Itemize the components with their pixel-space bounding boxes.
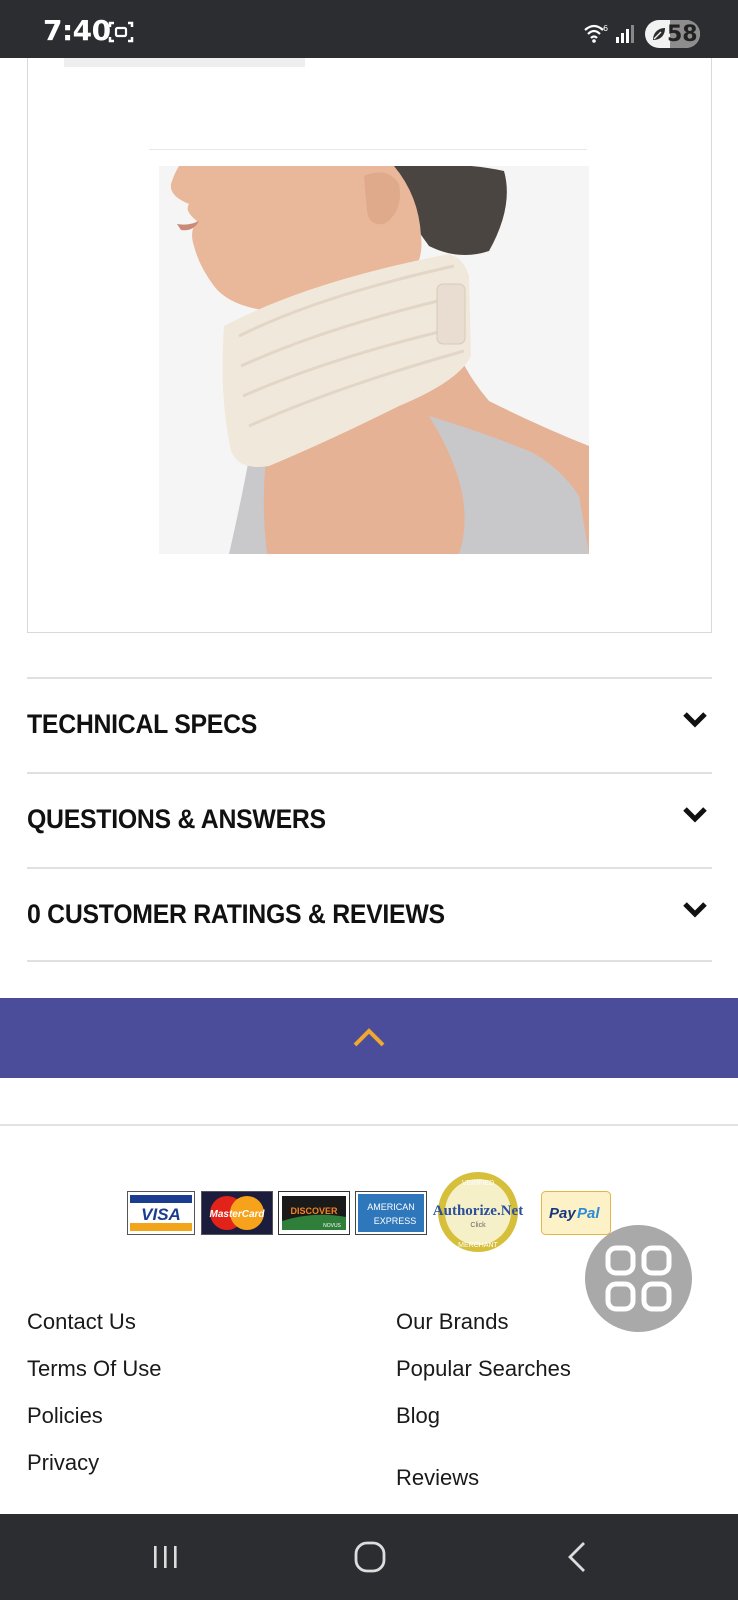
screenshot-icon: [108, 21, 134, 43]
product-image[interactable]: [159, 166, 589, 554]
grid-icon: [605, 1245, 672, 1312]
accordion-questions-answers[interactable]: QUESTIONS & ANSWERS: [27, 772, 712, 867]
discover-logo: DISCOVER NOVUS: [278, 1191, 350, 1235]
mastercard-logo: MasterCard: [201, 1191, 273, 1235]
back-icon[interactable]: [558, 1538, 598, 1576]
accordion-label: TECHNICAL SPECS: [27, 709, 258, 739]
back-to-top-button[interactable]: [0, 998, 738, 1078]
chevron-up-icon: [353, 1028, 385, 1047]
authorize-text: Authorize.Net: [433, 1203, 523, 1219]
accordion-label: QUESTIONS & ANSWERS: [27, 804, 326, 834]
status-bar: 7:40 6 58: [0, 0, 738, 58]
authorize-click-text: Click: [470, 1222, 486, 1229]
discover-text: DISCOVER: [290, 1206, 338, 1216]
amex-logo: AMERICAN EXPRESS: [355, 1191, 427, 1235]
divider: [149, 149, 587, 150]
accordion-label: 0 CUSTOMER RATINGS & REVIEWS: [27, 899, 445, 929]
footer-link-blog[interactable]: Blog: [396, 1403, 440, 1429]
seal-bottom-text: MERCHANT: [458, 1242, 498, 1249]
navigation-bar: [0, 1514, 738, 1600]
footer-link-reviews[interactable]: Reviews: [396, 1465, 479, 1491]
chevron-down-icon: [683, 712, 707, 728]
wifi-6-icon: 6: [584, 24, 608, 43]
battery-indicator: 58: [645, 20, 700, 48]
authorize-net-seal[interactable]: VERIFIED MERCHANT Authorize.Net Click: [430, 1170, 526, 1254]
visa-logo: VISA: [127, 1191, 195, 1235]
signal-icon: [616, 25, 634, 43]
floating-menu-button[interactable]: [585, 1225, 692, 1332]
discover-sub-text: NOVUS: [323, 1223, 341, 1229]
footer-link-terms-of-use[interactable]: Terms Of Use: [27, 1356, 161, 1382]
payment-methods: VISA MasterCard DISCOVER NOVUS AMERICAN …: [127, 1170, 613, 1254]
footer-link-privacy[interactable]: Privacy: [27, 1450, 99, 1476]
footer-link-contact-us[interactable]: Contact Us: [27, 1309, 136, 1335]
product-image-card: [27, 58, 712, 633]
amex-bottom-text: EXPRESS: [374, 1216, 417, 1226]
amex-top-text: AMERICAN: [367, 1202, 415, 1212]
chevron-down-icon: [683, 902, 707, 918]
home-icon[interactable]: [350, 1538, 390, 1576]
image-caption-placeholder: [64, 58, 305, 67]
seal-top-text: VERIFIED: [462, 1180, 494, 1187]
footer-divider: [0, 1124, 738, 1126]
svg-text:6: 6: [603, 24, 608, 33]
paypal-logo: Pay Pal: [541, 1191, 611, 1235]
recent-apps-icon[interactable]: [145, 1538, 185, 1576]
footer-link-our-brands[interactable]: Our Brands: [396, 1309, 509, 1335]
mastercard-text: MasterCard: [209, 1209, 265, 1220]
paypal-pal-text: Pal: [577, 1205, 600, 1222]
footer-link-popular-searches[interactable]: Popular Searches: [396, 1356, 571, 1382]
status-time: 7:40: [43, 14, 111, 47]
battery-saver-icon: [653, 28, 665, 40]
visa-text: VISA: [141, 1205, 181, 1224]
chevron-down-icon: [683, 807, 707, 823]
footer-link-policies[interactable]: Policies: [27, 1403, 103, 1429]
accordion-ratings-reviews[interactable]: 0 CUSTOMER RATINGS & REVIEWS: [27, 867, 712, 962]
battery-level: 58: [667, 22, 698, 47]
paypal-pay-text: Pay: [549, 1205, 576, 1222]
product-accordion: TECHNICAL SPECS QUESTIONS & ANSWERS 0 CU…: [27, 677, 712, 962]
accordion-technical-specs[interactable]: TECHNICAL SPECS: [27, 677, 712, 772]
